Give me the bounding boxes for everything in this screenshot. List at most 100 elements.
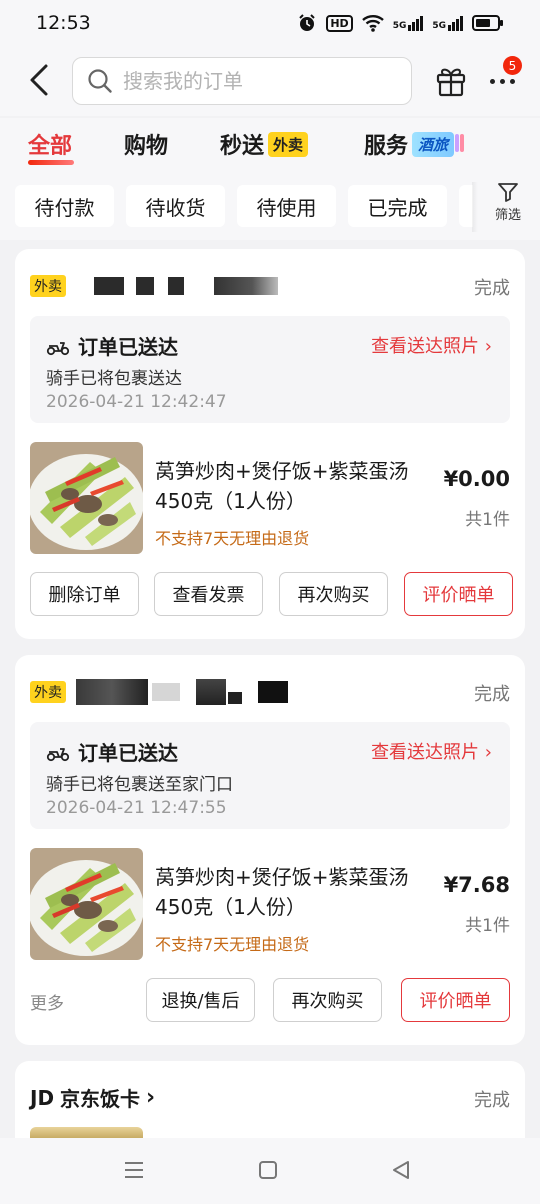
search-box[interactable] (72, 57, 412, 105)
notification-badge: 5 (503, 56, 522, 75)
product-image[interactable] (30, 848, 143, 960)
more-actions-link[interactable]: 更多 (30, 989, 64, 1014)
order-status: 完成 (474, 278, 510, 299)
store-name-masked (214, 277, 278, 295)
order-price: ¥7.68 (443, 873, 510, 897)
return-aftersale-button[interactable]: 退换/售后 (146, 978, 255, 1022)
menu-icon[interactable] (123, 1160, 145, 1180)
filter-label: 筛选 (494, 208, 521, 223)
order-card-header: 外卖 (30, 679, 510, 705)
more-dot (489, 78, 495, 84)
header: 5 (0, 46, 540, 116)
more-button[interactable]: 5 (484, 56, 522, 98)
more-dot (499, 78, 505, 84)
link-text: 查看送达照片 (371, 742, 480, 763)
hd-icon: HD (326, 14, 353, 32)
jd-logo: JD (30, 1085, 55, 1110)
store-title[interactable]: JD 京东饭卡 › (30, 1083, 155, 1112)
tab-shopping[interactable]: 购物 (124, 128, 168, 160)
status-filters: 待付款 待收货 待使用 已完成 筛选 (0, 174, 540, 240)
tab-label: 服务 (364, 134, 409, 159)
filter-pending-use[interactable]: 待使用 (237, 185, 336, 227)
alarm-icon (299, 14, 316, 31)
view-invoice-button[interactable]: 查看发票 (154, 572, 263, 616)
wifi-icon (361, 15, 384, 32)
food-photo (30, 848, 143, 960)
tab-active-indicator (28, 160, 74, 165)
delivery-title: 订单已送达 (46, 331, 178, 360)
return-policy-note: 不支持7天无理由退货 (155, 935, 310, 954)
review-button[interactable]: 评价晒单 (401, 978, 510, 1022)
store-name-masked (136, 277, 154, 295)
order-status: 完成 (474, 684, 510, 705)
food-photo (30, 442, 143, 554)
delivery-scooter-icon (46, 341, 70, 355)
filter-pending-payment[interactable]: 待付款 (15, 185, 114, 227)
filter-button[interactable]: 筛选 (490, 182, 526, 223)
category-tabs: 全部 购物 秒送 外卖 服务 酒旅 (0, 118, 540, 174)
store-name-masked (196, 679, 226, 705)
status-time: 12:53 (36, 12, 91, 34)
order-card-header: 外卖 (30, 274, 510, 298)
status-icons: HD 5G 5G (297, 13, 504, 33)
delivery-time: 2026-04-21 12:42:47 (46, 392, 227, 412)
gift-button[interactable] (434, 64, 468, 98)
store-title-text: 京东饭卡 (60, 1087, 141, 1111)
view-delivery-photo-link[interactable]: 查看送达照片 › (371, 332, 492, 358)
delivery-info: 订单已送达 查看送达照片 › 骑手已将包裹送达 2026-04-21 12:42… (30, 316, 510, 423)
product-name[interactable]: 莴笋炒肉+煲仔饭+紫菜蛋汤450克（1人份） (155, 456, 425, 516)
chevron-right-icon: › (146, 1085, 156, 1110)
order-quantity: 共1件 (465, 916, 510, 936)
gift-icon (436, 68, 466, 97)
tab-label: 全部 (28, 134, 73, 159)
buy-again-button[interactable]: 再次购买 (273, 978, 382, 1022)
store-name-masked (152, 683, 180, 701)
chevron-right-icon: › (484, 336, 492, 357)
product-image[interactable] (30, 442, 143, 554)
review-button[interactable]: 评价晒单 (404, 572, 513, 616)
signal-5g-icon: 5G (393, 15, 424, 31)
store-name-masked (168, 277, 184, 295)
battery-icon (472, 15, 503, 31)
signal-5g-icon: 5G (432, 15, 463, 31)
more-dot (509, 78, 515, 84)
filter-completed[interactable]: 已完成 (348, 185, 447, 227)
order-card[interactable]: 外卖 完成 订单已送达 查看送达照片 › 骑手已将包裹送至家门口 2026-04… (15, 655, 525, 1045)
back-button[interactable] (22, 60, 56, 100)
delivery-title: 订单已送达 (46, 737, 178, 766)
filter-chip-partial[interactable] (459, 185, 473, 227)
tab-label: 购物 (124, 134, 169, 159)
order-card[interactable]: 外卖 完成 订单已送达 查看送达照片 › 骑手已将包裹送达 2026-04-21… (15, 249, 525, 639)
buy-again-button[interactable]: 再次购买 (279, 572, 388, 616)
search-input[interactable] (123, 69, 383, 93)
filter-pending-receipt[interactable]: 待收货 (126, 185, 225, 227)
delete-order-button[interactable]: 删除订单 (30, 572, 139, 616)
delivery-title-text: 订单已送达 (78, 741, 178, 765)
tab-services[interactable]: 服务 酒旅 (364, 128, 465, 160)
delivery-title-text: 订单已送达 (78, 335, 178, 359)
store-name-masked (76, 679, 148, 705)
filter-divider (472, 182, 478, 232)
tab-all[interactable]: 全部 (28, 128, 72, 160)
funnel-icon (498, 183, 518, 202)
delivery-scooter-icon (46, 747, 70, 761)
product-name[interactable]: 莴笋炒肉+煲仔饭+紫菜蛋汤450克（1人份） (155, 862, 425, 922)
order-quantity: 共1件 (465, 510, 510, 530)
hotel-travel-tag: 酒旅 (412, 131, 465, 157)
link-text: 查看送达照片 (371, 336, 480, 357)
tab-instant-delivery[interactable]: 秒送 外卖 (220, 128, 309, 160)
store-name-masked (94, 277, 124, 295)
store-name-masked (258, 681, 288, 703)
tab-label: 秒送 (220, 134, 265, 159)
home-icon[interactable] (258, 1160, 278, 1180)
waimai-badge: 外卖 (30, 275, 66, 297)
delivery-info: 订单已送达 查看送达照片 › 骑手已将包裹送至家门口 2026-04-21 12… (30, 722, 510, 829)
order-price: ¥0.00 (443, 467, 510, 491)
waimai-badge: 外卖 (30, 681, 66, 703)
chevron-left-icon (30, 64, 48, 96)
chevron-right-icon: › (484, 742, 492, 763)
search-icon (88, 69, 112, 93)
return-policy-note: 不支持7天无理由退货 (155, 529, 310, 548)
back-triangle-icon[interactable] (391, 1160, 411, 1180)
view-delivery-photo-link[interactable]: 查看送达照片 › (371, 738, 492, 764)
